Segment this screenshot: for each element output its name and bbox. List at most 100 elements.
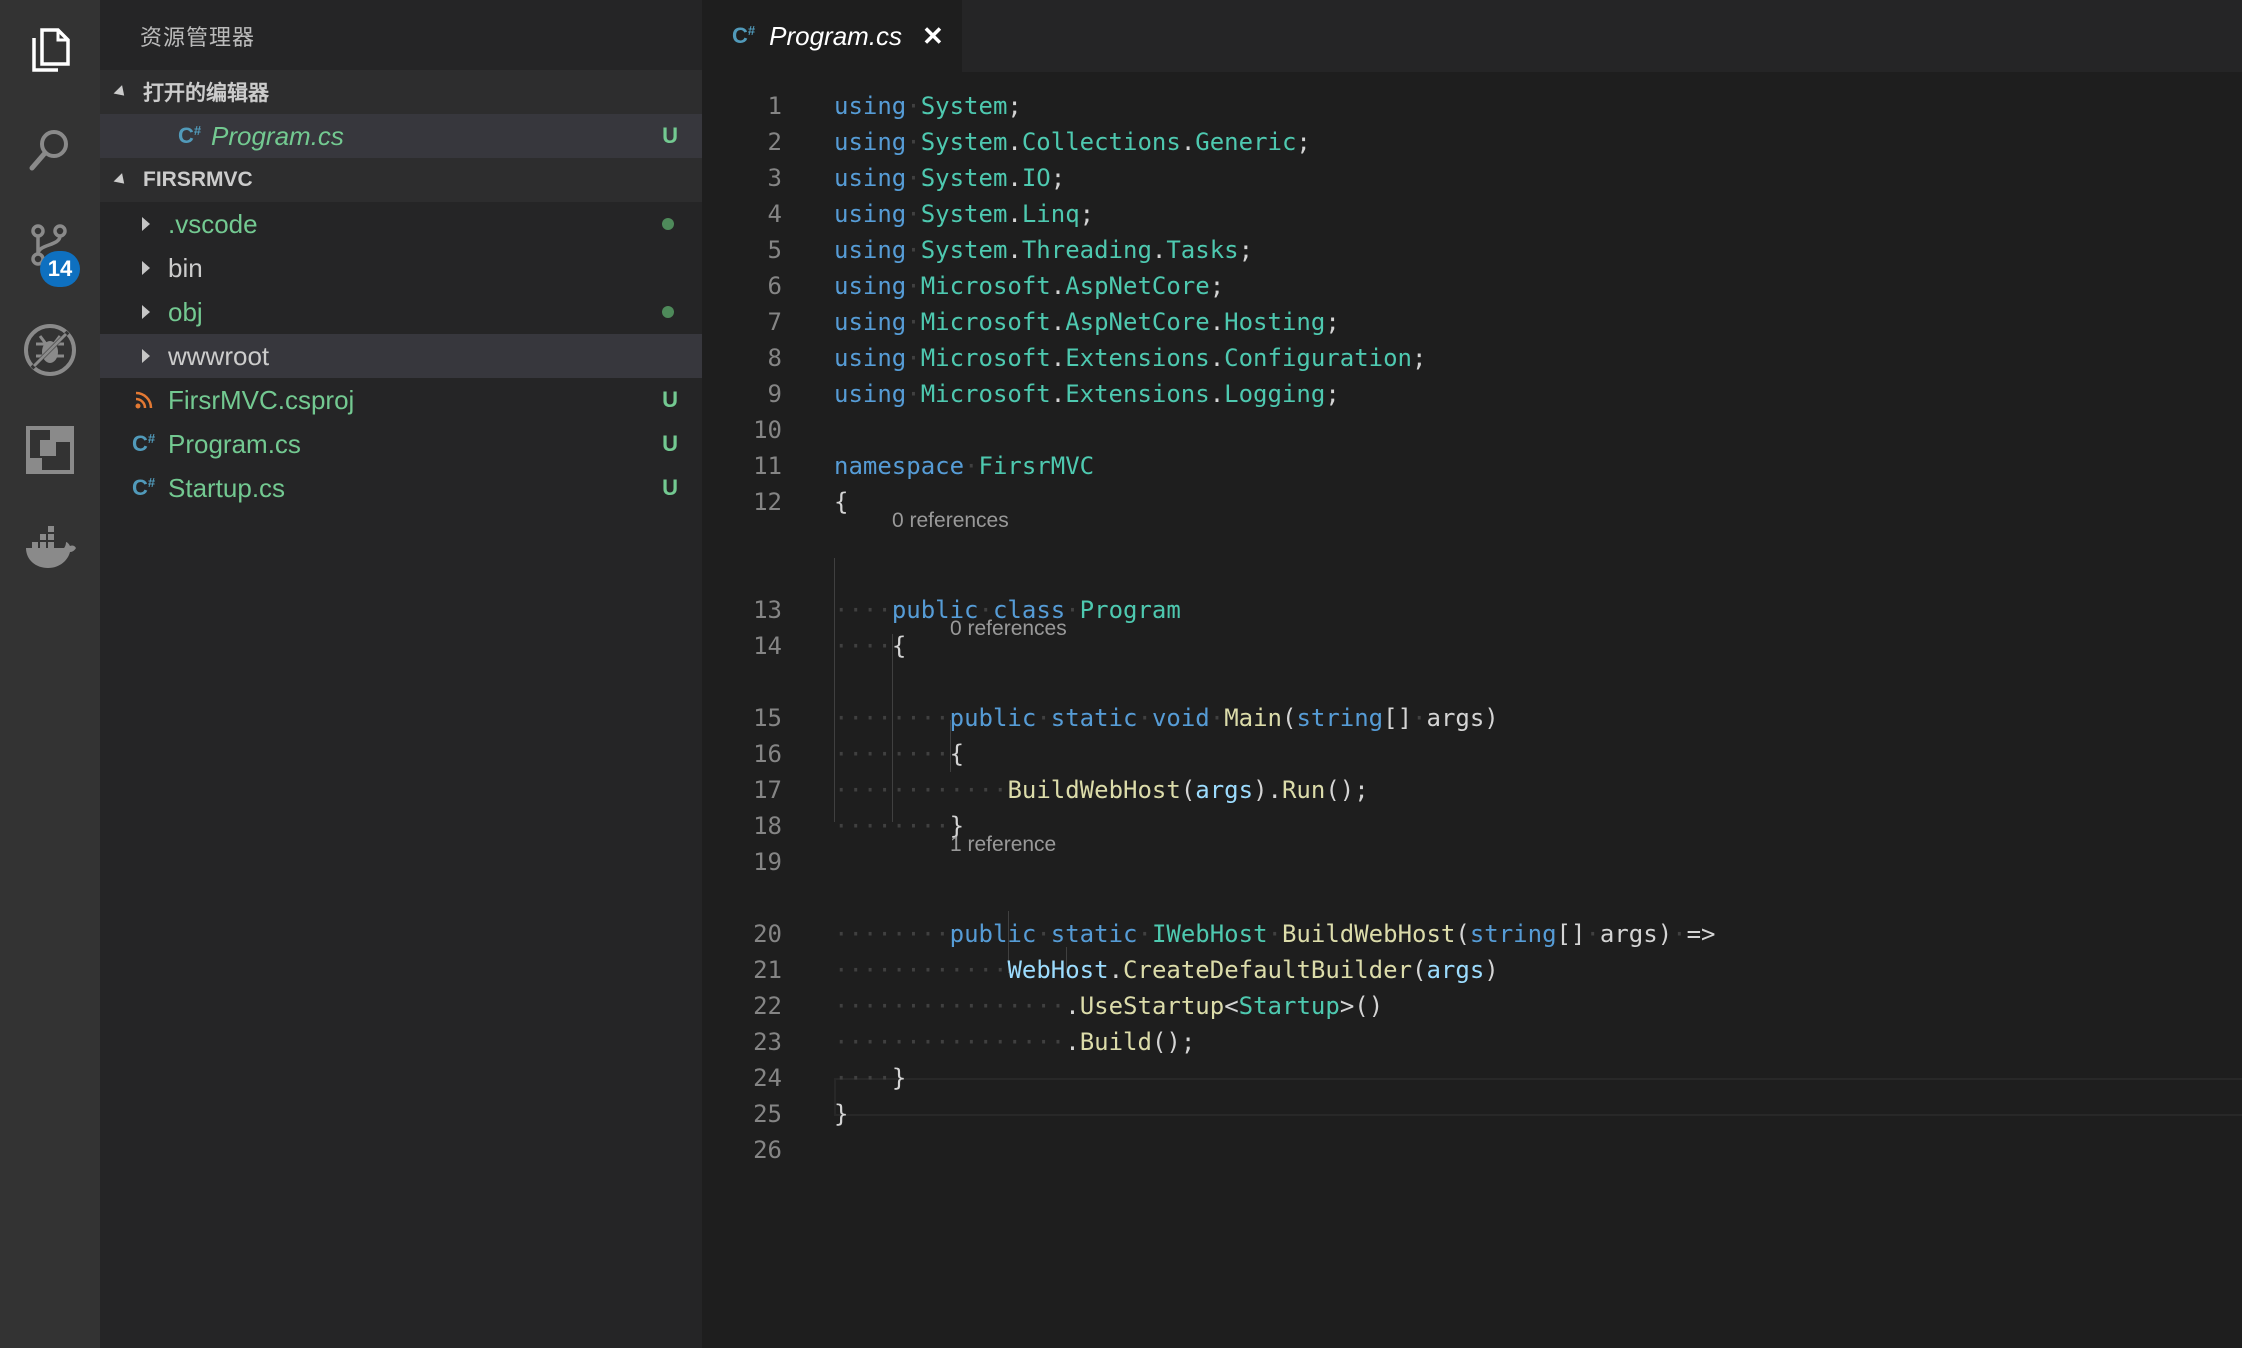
line-number: 10 xyxy=(753,416,782,444)
code-lens-references[interactable]: 0 references xyxy=(950,614,1067,644)
tab-label: Program.cs xyxy=(769,20,903,51)
docker-icon[interactable] xyxy=(0,510,100,590)
file-row[interactable]: C# Program.cs U xyxy=(100,422,702,466)
open-editor-filename: Program.cs xyxy=(211,120,344,151)
rss-icon xyxy=(135,391,153,409)
line-number: 14 xyxy=(753,632,782,660)
modified-dot xyxy=(662,218,674,230)
code-line: ····} xyxy=(834,1064,907,1092)
chevron-right-icon xyxy=(142,305,150,319)
file-row[interactable]: FirsrMVC.csproj U xyxy=(100,378,702,422)
code-line: ············BuildWebHost(args).Run(); xyxy=(834,776,1369,804)
editor-tab-bar: C# Program.cs ✕ xyxy=(702,0,2242,72)
file-name: Program.cs xyxy=(168,428,301,459)
debug-icon[interactable] xyxy=(0,310,100,390)
vscode-window: 14 资源管理器 打开的编辑器 C# Program.cs U FIRSRMVC xyxy=(0,0,2242,1348)
code-line: using·System.IO; xyxy=(834,164,1066,192)
close-icon[interactable]: ✕ xyxy=(922,21,944,52)
line-number: 9 xyxy=(767,380,782,408)
csharp-icon: C# xyxy=(732,23,756,48)
code-lens-references[interactable]: 0 references xyxy=(892,506,1009,536)
search-icon[interactable] xyxy=(0,110,100,190)
tab-program-cs[interactable]: C# Program.cs ✕ xyxy=(702,0,962,72)
line-number: 16 xyxy=(753,740,782,768)
open-editor-item[interactable]: C# Program.cs U xyxy=(100,114,702,158)
code-line: namespace·FirsrMVC xyxy=(834,452,1095,480)
file-name: Startup.cs xyxy=(168,472,286,503)
line-number: 11 xyxy=(753,452,782,480)
line-number: 15 xyxy=(753,704,782,732)
line-number: 19 xyxy=(753,848,782,876)
csharp-icon: C# xyxy=(132,475,156,500)
code-line: using·Microsoft.AspNetCore; xyxy=(834,272,1225,300)
file-name: FirsrMVC.csproj xyxy=(168,384,355,415)
extensions-icon[interactable] xyxy=(0,410,100,490)
line-number: 23 xyxy=(753,1028,782,1056)
csharp-icon: C# xyxy=(132,431,156,456)
code-line: ········public·static·IWebHost·BuildWebH… xyxy=(834,920,1716,948)
code-editor[interactable]: 1 2 3 4 5 6 7 8 9 10 11 12 13 14 15 16 1… xyxy=(702,72,2242,1348)
chevron-right-icon xyxy=(142,349,150,363)
explorer-icon[interactable] xyxy=(0,10,100,90)
collapse-triangle-icon xyxy=(113,84,129,100)
code-line: using·Microsoft.Extensions.Logging; xyxy=(834,380,1340,408)
line-number: 4 xyxy=(767,200,782,228)
line-number: 20 xyxy=(753,920,782,948)
collapse-triangle-icon xyxy=(113,172,129,188)
folder-name: .vscode xyxy=(168,208,258,239)
line-number: 7 xyxy=(767,308,782,336)
csharp-icon: C# xyxy=(178,123,202,148)
line-number: 18 xyxy=(753,812,782,840)
line-number: 26 xyxy=(753,1136,782,1164)
line-number: 5 xyxy=(767,236,782,264)
code-line: } xyxy=(834,1100,849,1128)
code-line: ····{ xyxy=(834,632,907,660)
folder-row[interactable]: .vscode xyxy=(100,202,702,246)
open-editors-header[interactable]: 打开的编辑器 xyxy=(100,70,702,114)
project-folder-header[interactable]: FIRSRMVC xyxy=(100,158,702,202)
untracked-badge: U xyxy=(662,387,678,412)
activity-bar: 14 xyxy=(0,0,100,1348)
code-line: ············WebHost.CreateDefaultBuilder… xyxy=(834,956,1499,984)
code-line: using·Microsoft.AspNetCore.Hosting; xyxy=(834,308,1340,336)
untracked-badge: U xyxy=(662,475,678,500)
chevron-right-icon xyxy=(142,217,150,231)
line-number: 6 xyxy=(767,272,782,300)
source-control-badge: 14 xyxy=(40,251,80,287)
code-line: ········} xyxy=(834,812,965,840)
code-line: ················.UseStartup<Startup>() xyxy=(834,992,1384,1020)
modified-dot xyxy=(662,306,674,318)
line-number: 25 xyxy=(753,1100,782,1128)
folder-name: bin xyxy=(168,252,203,283)
code-line: ········public·static·void·Main(string[]… xyxy=(834,704,1499,732)
code-line: using·System.Threading.Tasks; xyxy=(834,236,1254,264)
project-folder-label: FIRSRMVC xyxy=(143,168,253,191)
folder-row[interactable]: bin xyxy=(100,246,702,290)
code-line: using·System.Collections.Generic; xyxy=(834,128,1311,156)
folder-row[interactable]: wwwroot xyxy=(100,334,702,378)
line-number: 22 xyxy=(753,992,782,1020)
file-row[interactable]: C# Startup.cs U xyxy=(100,466,702,510)
code-line: using·Microsoft.Extensions.Configuration… xyxy=(834,344,1427,372)
current-line-highlight xyxy=(834,1078,2242,1116)
line-number: 3 xyxy=(767,164,782,192)
line-number: 21 xyxy=(753,956,782,984)
line-number: 17 xyxy=(753,776,782,804)
chevron-right-icon xyxy=(142,261,150,275)
code-line: using·System; xyxy=(834,92,1022,120)
code-line: using·System.Linq; xyxy=(834,200,1095,228)
code-line: ········{ xyxy=(834,740,965,768)
line-number: 24 xyxy=(753,1064,782,1092)
line-number: 12 xyxy=(753,488,782,516)
line-number: 8 xyxy=(767,344,782,372)
untracked-badge: U xyxy=(662,431,678,456)
source-control-icon[interactable]: 14 xyxy=(0,205,100,287)
code-line: { xyxy=(834,488,849,516)
folder-name: obj xyxy=(168,296,203,327)
code-lens-references[interactable]: 1 reference xyxy=(950,830,1056,860)
code-line: ················.Build(); xyxy=(834,1028,1196,1056)
line-number: 13 xyxy=(753,596,782,624)
folder-name: wwwroot xyxy=(168,340,270,371)
folder-row[interactable]: obj xyxy=(100,290,702,334)
line-number: 2 xyxy=(767,128,782,156)
